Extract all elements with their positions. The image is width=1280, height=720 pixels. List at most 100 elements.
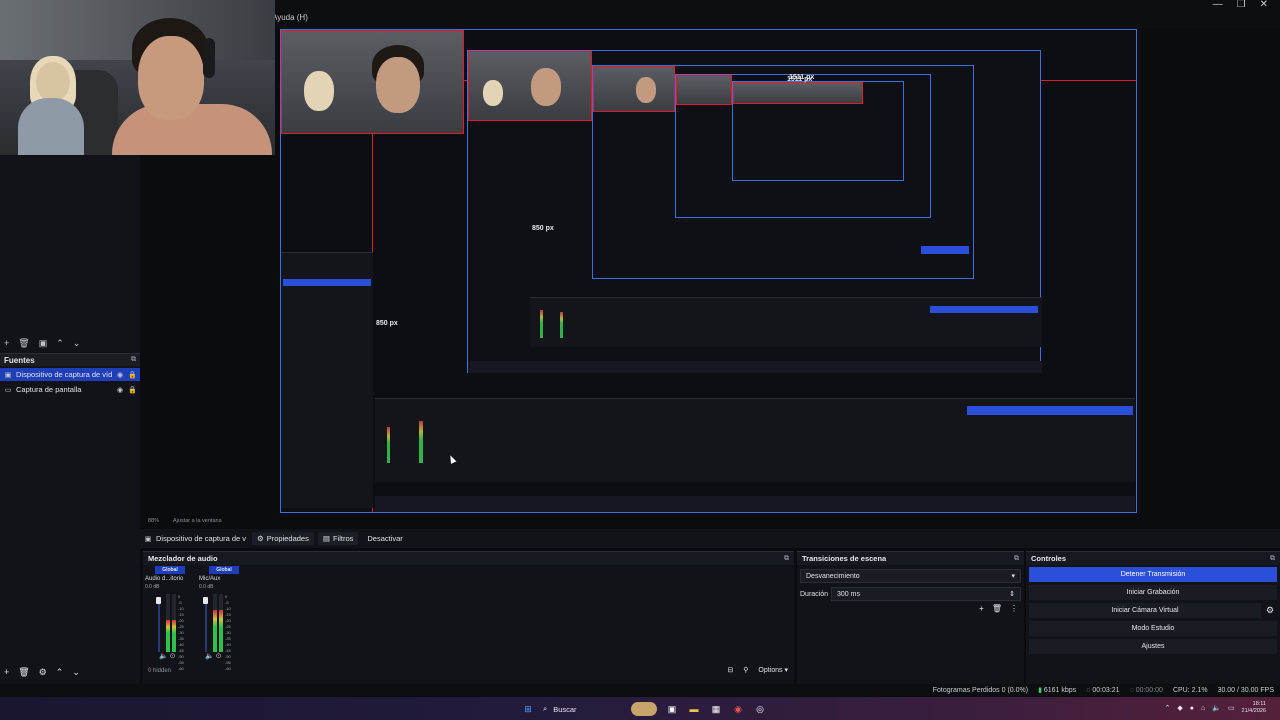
add-icon[interactable]: + — [979, 604, 984, 613]
nested-height-label: 850 px — [532, 225, 554, 232]
widgets-icon[interactable] — [631, 702, 657, 716]
clock-date: 21/4/2026 — [1241, 708, 1266, 714]
close-icon[interactable]: ✕ — [1260, 0, 1268, 10]
level-meter-mic — [213, 594, 217, 652]
nested-taskbar — [375, 496, 1135, 512]
task-view-icon[interactable]: ▣ — [665, 702, 679, 716]
zoom-fit[interactable]: Ajustar a la ventana — [173, 518, 222, 524]
more-icon[interactable]: ⋮ — [1010, 604, 1018, 613]
network-icon[interactable]: ⌂ — [1201, 705, 1205, 712]
start-recording-button[interactable]: Iniciar Grabación — [1029, 585, 1277, 600]
options-button[interactable]: Options ▾ — [758, 666, 788, 674]
dock-undock-icon[interactable]: ⧉ — [784, 555, 789, 563]
deactivate-button[interactable]: Desactivar — [362, 532, 407, 545]
menu-help[interactable]: Ayuda (H) — [272, 13, 308, 22]
height-measure-label: 850 px — [376, 320, 398, 327]
channel-tag: Global — [209, 566, 239, 574]
minimize-icon[interactable]: — — [1213, 0, 1223, 10]
duration-spinbox[interactable]: 300 ms ⇕ — [831, 587, 1021, 601]
transition-selected: Desvanecimiento — [806, 572, 860, 580]
move-down-icon[interactable]: ⌄ — [72, 667, 80, 678]
record-status-icon: ◌ — [1129, 686, 1134, 694]
channel-name[interactable]: Audio d...itorio — [145, 576, 189, 582]
volume-icon[interactable]: 🔈 — [1212, 704, 1221, 712]
studio-mode-button[interactable]: Modo Estudio — [1029, 621, 1277, 636]
move-up-icon[interactable]: ⌃ — [56, 667, 64, 678]
source-item-screen-capture[interactable]: ▭ Captura de pantalla ◉ 🔒 — [0, 383, 140, 396]
add-icon[interactable]: + — [4, 338, 9, 348]
transition-select[interactable]: Desvanecimiento ▾ — [800, 569, 1021, 583]
tray-mic-icon[interactable]: ● — [1190, 705, 1194, 712]
bitrate-value: 6161 kbps — [1043, 687, 1077, 694]
headphones-icon[interactable]: ⊙ — [170, 653, 176, 660]
filters-button[interactable]: ▤ Filtros — [317, 532, 359, 545]
stop-streaming-button[interactable]: Detener Transmisión — [1029, 567, 1277, 582]
nested-webcam-1 — [468, 51, 592, 121]
nested-meter — [560, 312, 563, 338]
trash-icon[interactable]: 🗑 — [18, 667, 29, 678]
obs-icon[interactable]: ◎ — [753, 702, 767, 716]
start-virtual-camera-button[interactable]: Iniciar Cámara Virtual — [1029, 603, 1261, 618]
trash-icon[interactable]: 🗑 — [992, 604, 1002, 613]
dock-undock-icon[interactable]: ⧉ — [131, 356, 136, 364]
dock-undock-icon[interactable]: ⧉ — [1270, 555, 1275, 563]
webcam-person-left-face — [36, 62, 70, 102]
chrome-icon[interactable]: ◉ — [731, 702, 745, 716]
visibility-eye-icon[interactable]: ◉ — [116, 371, 124, 379]
settings-button[interactable]: Ajustes — [1029, 639, 1277, 654]
controls-header: Controles ⧉ — [1026, 552, 1280, 565]
preview-webcam-source[interactable] — [281, 30, 464, 134]
volume-fader-desktop[interactable] — [158, 598, 160, 652]
dock-undock-icon[interactable]: ⧉ — [1014, 555, 1019, 563]
system-clock[interactable]: 18:11 21/4/2026 — [1242, 701, 1266, 715]
maximize-icon[interactable]: ❐ — [1237, 0, 1246, 10]
audio-mixer-title: Mezclador de audio — [148, 554, 218, 563]
layout-icon[interactable]: ⊟ — [727, 666, 733, 674]
options-label: Options — [758, 667, 783, 674]
nested-meter — [419, 421, 423, 463]
monitor-icon: ▭ — [4, 386, 12, 394]
trash-icon[interactable]: 🗑 — [18, 338, 29, 349]
volume-fader-mic[interactable] — [205, 598, 207, 652]
windows-start-icon[interactable]: ⊞ — [521, 702, 535, 716]
properties-button[interactable]: ⚙ Propiedades — [252, 532, 314, 545]
move-up-icon[interactable]: ⌃ — [56, 338, 64, 349]
battery-icon[interactable]: ▭ — [1228, 704, 1235, 712]
tray-app-icon[interactable]: ◆ — [1177, 704, 1182, 712]
volume-fader-knob[interactable] — [203, 597, 208, 604]
taskbar-search[interactable]: ⌕ Buscar — [543, 701, 623, 717]
lock-icon[interactable]: 🔒 — [128, 371, 137, 379]
camera-icon: ▣ — [4, 371, 12, 379]
channel-name[interactable]: Mic/Aux — [199, 576, 243, 582]
system-tray: ⌃ ◆ ● ⌂ 🔈 ▭ 18:11 21/4/2026 — [1164, 701, 1266, 715]
meter-scale-tick: -60 — [178, 666, 184, 671]
scenes-bottom-toolbar: + 🗑 ⚙ ⌃ ⌄ — [0, 665, 80, 679]
speaker-icon[interactable]: 🔈 — [205, 653, 214, 660]
search-label: Buscar — [553, 704, 577, 714]
gear-icon: ⚙ — [257, 534, 264, 543]
spin-arrows-icon[interactable]: ⇕ — [1009, 590, 1015, 598]
file-explorer-icon[interactable]: ▬ — [687, 702, 701, 716]
zoom-value[interactable]: 88% — [148, 518, 159, 524]
move-down-icon[interactable]: ⌄ — [73, 338, 81, 349]
zoom-bar: 88% Ajustar a la ventana — [140, 514, 1280, 528]
volume-fader-knob[interactable] — [156, 597, 161, 604]
gear-icon[interactable]: ⚙ — [39, 667, 47, 678]
filter-icon[interactable]: ▣ — [39, 338, 48, 349]
stream-time: ◌ 00:03:21 — [1086, 687, 1119, 694]
lock-icon[interactable]: 🔒 — [128, 386, 137, 394]
visibility-eye-icon[interactable]: ◉ — [116, 386, 124, 394]
mixer-channel-mic: Global Mic/Aux 0.0 dB — [199, 566, 243, 590]
add-icon[interactable]: + — [4, 667, 9, 677]
source-item-video-capture[interactable]: ▣ Dispositivo de captura de vídeo ◉ 🔒 — [0, 368, 140, 381]
tray-chevron-up-icon[interactable]: ⌃ — [1164, 704, 1170, 712]
rec-time: ◌ 00:00:00 — [1130, 687, 1163, 694]
headphones-icon[interactable]: ⊙ — [216, 653, 222, 660]
link-icon[interactable]: ⚲ — [743, 666, 748, 674]
calendar-icon[interactable]: ▦ — [709, 702, 723, 716]
selected-source-name: Dispositivo de captura de v — [156, 534, 247, 543]
speaker-icon[interactable]: 🔈 — [159, 653, 168, 660]
webcam-overlay — [0, 0, 275, 155]
program-preview[interactable]: 1511 px 850 px 1511 px 850 px — [280, 29, 1137, 513]
virtual-camera-gear-icon[interactable]: ⚙ — [1266, 605, 1274, 616]
